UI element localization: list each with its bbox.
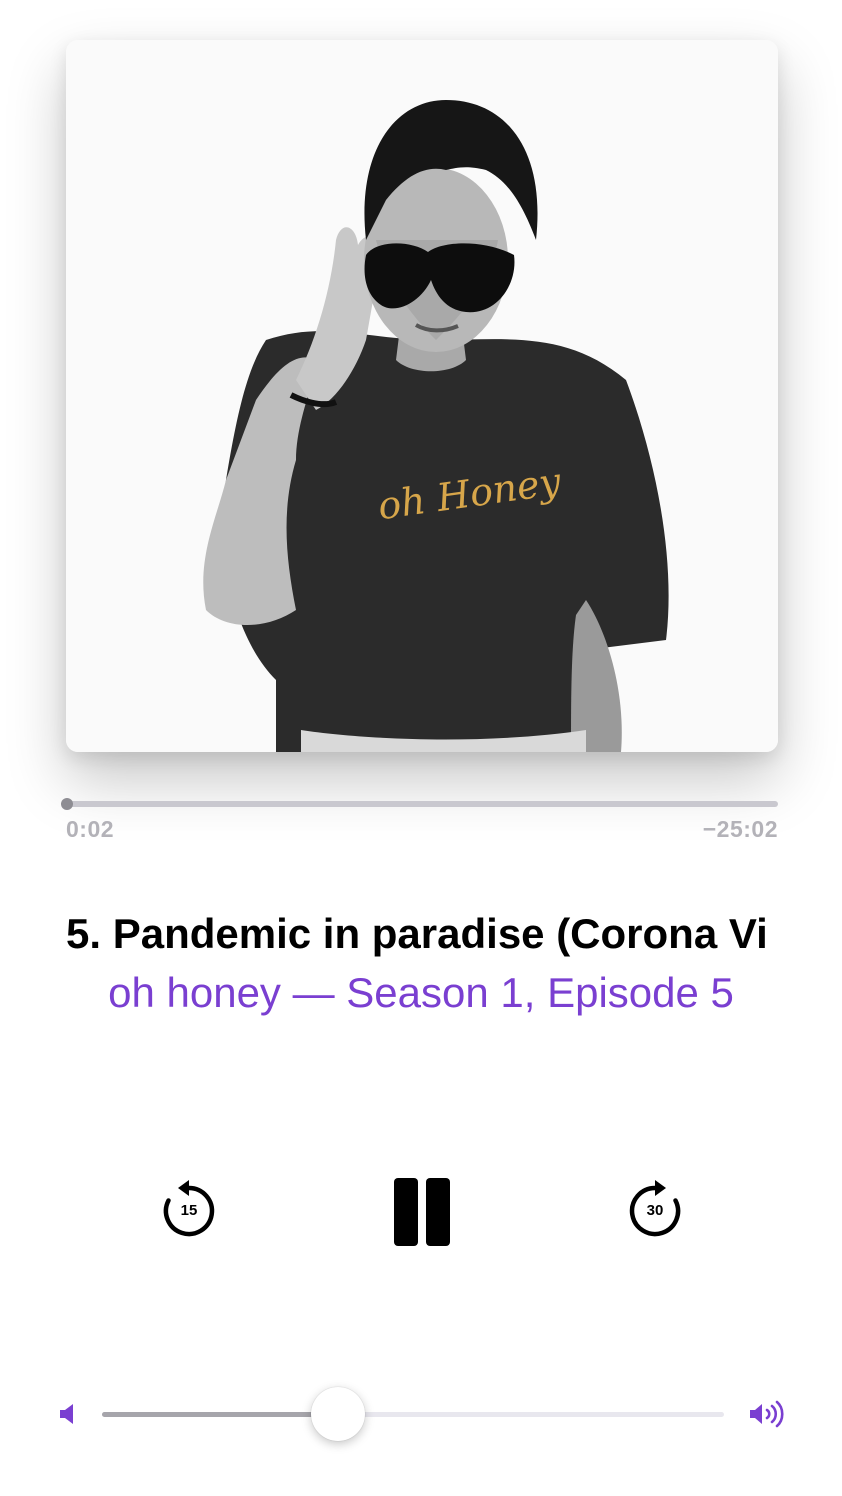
scrubber-knob[interactable]	[60, 798, 73, 810]
volume-knob[interactable]	[311, 1387, 366, 1441]
skip-back-button[interactable]: 15	[154, 1176, 224, 1246]
volume-slider[interactable]	[102, 1386, 724, 1442]
remaining-time: −25:02	[702, 816, 778, 842]
pause-bar-right	[426, 1178, 450, 1246]
skip-forward-button[interactable]: 30	[620, 1176, 690, 1246]
podcast-artwork: oh Honey	[66, 40, 778, 752]
episode-title-container: 5. Pandemic in paradise (Corona Vi	[66, 906, 842, 962]
show-and-episode-link[interactable]: oh honey — Season 1, Episode 5	[0, 966, 842, 1020]
pause-icon	[390, 1178, 454, 1246]
volume-fill	[102, 1412, 339, 1417]
elapsed-time: 0:02	[66, 816, 115, 842]
speaker-fill-icon	[60, 1404, 73, 1424]
now-playing-screen: oh Honey 0:02 −25:02 5. Pandemic in para…	[0, 0, 842, 1496]
skip-forward-seconds: 30	[646, 1202, 664, 1219]
skip-back-seconds: 15	[180, 1202, 198, 1219]
speaker-wave-3-icon	[750, 1400, 784, 1428]
scrubber-track	[66, 801, 778, 807]
pause-button[interactable]	[386, 1172, 458, 1252]
playback-scrubber[interactable]	[60, 796, 778, 812]
episode-title: 5. Pandemic in paradise (Corona Vi	[66, 910, 768, 957]
pause-bar-left	[394, 1178, 418, 1246]
